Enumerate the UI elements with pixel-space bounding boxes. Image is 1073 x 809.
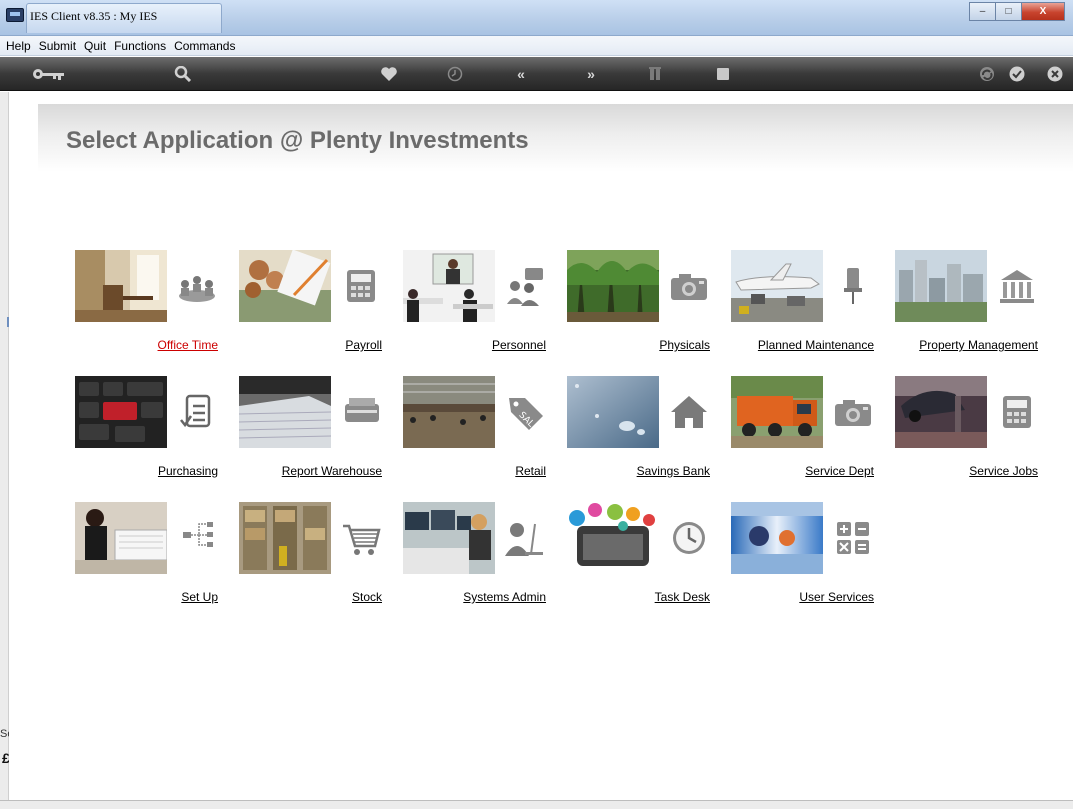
- app-tile-property-management[interactable]: Property Management: [895, 250, 1055, 362]
- app-tile-physicals[interactable]: Physicals: [567, 250, 727, 362]
- home-icon: [671, 396, 707, 428]
- app-tile-savings-bank[interactable]: Savings Bank: [567, 376, 727, 488]
- fast-forward-icon[interactable]: »: [582, 66, 600, 82]
- minimize-button[interactable]: –: [969, 2, 996, 21]
- menu-submit[interactable]: Submit: [36, 39, 81, 53]
- app-tile-user-services[interactable]: User Services: [731, 502, 891, 614]
- app-label-planned-maintenance[interactable]: Planned Maintenance: [758, 338, 874, 352]
- app-label-physicals[interactable]: Physicals: [659, 338, 710, 352]
- menu-bar: Help Submit Quit Functions Commands: [0, 36, 1073, 56]
- app-label-retail[interactable]: Retail: [515, 464, 546, 478]
- cart-icon: [343, 524, 381, 555]
- app-icon: [6, 8, 24, 22]
- toolbar: ? « »: [0, 57, 1073, 139]
- app-label-payroll[interactable]: Payroll: [345, 338, 382, 352]
- app-label-stock[interactable]: Stock: [352, 590, 382, 604]
- app-tile-report-warehouse[interactable]: Report Warehouse: [239, 376, 399, 488]
- stock-photo: [239, 502, 331, 574]
- maximize-button[interactable]: □: [995, 2, 1022, 21]
- retail-photo: [403, 376, 495, 448]
- clock-icon: [673, 522, 705, 554]
- app-tile-set-up[interactable]: Set Up: [75, 502, 235, 614]
- menu-commands[interactable]: Commands: [171, 39, 240, 53]
- task-desk-photo: [567, 502, 659, 574]
- menu-functions[interactable]: Functions: [111, 39, 171, 53]
- people-icon: [507, 268, 543, 306]
- personnel-photo: [403, 250, 495, 322]
- building-icon: [1000, 270, 1034, 303]
- camera-icon: [835, 400, 871, 426]
- app-tile-purchasing[interactable]: Purchasing: [75, 376, 235, 488]
- app-tile-planned-maintenance[interactable]: Planned Maintenance: [731, 250, 891, 362]
- app-tile-task-desk[interactable]: Task Desk: [567, 502, 727, 614]
- camera-icon: [671, 274, 707, 300]
- rewind-icon[interactable]: «: [512, 66, 530, 82]
- app-label-property-management[interactable]: Property Management: [919, 338, 1038, 352]
- app-label-task-desk[interactable]: Task Desk: [655, 590, 710, 604]
- left-window-edge: [0, 92, 9, 809]
- systems-admin-photo: [403, 502, 495, 574]
- menu-help[interactable]: Help: [3, 39, 36, 53]
- office-time-photo: [75, 250, 167, 322]
- menu-quit[interactable]: Quit: [81, 39, 111, 53]
- app-label-office-time[interactable]: Office Time: [158, 338, 218, 352]
- window-title: IES Client v8.35 : My IES: [30, 9, 158, 23]
- set-up-photo: [75, 502, 167, 574]
- app-tile-systems-admin[interactable]: Systems Admin: [403, 502, 563, 614]
- page-title: Select Application @ Plenty Investments: [66, 127, 529, 154]
- recycle-icon[interactable]: [978, 66, 996, 82]
- app-label-user-services[interactable]: User Services: [799, 590, 874, 604]
- property-management-photo: [895, 250, 987, 322]
- sale-tag-icon: SALE: [509, 398, 543, 432]
- app-label-report-warehouse[interactable]: Report Warehouse: [282, 464, 382, 478]
- service-jobs-photo: [895, 376, 987, 448]
- meeting-icon: [179, 276, 215, 302]
- planned-maintenance-photo: [731, 250, 823, 322]
- savings-bank-photo: [567, 376, 659, 448]
- physicals-photo: [567, 250, 659, 322]
- app-tile-service-jobs[interactable]: Service Jobs: [895, 376, 1055, 488]
- app-label-purchasing[interactable]: Purchasing: [158, 464, 218, 478]
- app-label-systems-admin[interactable]: Systems Admin: [463, 590, 546, 604]
- report-warehouse-photo: [239, 376, 331, 448]
- stop-icon[interactable]: [714, 66, 732, 82]
- printer-icon: [345, 398, 379, 422]
- app-tile-stock[interactable]: Stock: [239, 502, 399, 614]
- app-tile-service-dept[interactable]: Service Dept: [731, 376, 891, 488]
- hierarchy-icon: [183, 522, 213, 547]
- app-label-personnel[interactable]: Personnel: [492, 338, 546, 352]
- admin-user-icon: [505, 523, 543, 556]
- purchasing-photo: [75, 376, 167, 448]
- payroll-photo: [239, 250, 331, 322]
- pin-icon: [844, 268, 862, 304]
- heart-icon[interactable]: [380, 66, 398, 82]
- app-tile-retail[interactable]: SALE Retail: [403, 376, 563, 488]
- app-tile-office-time[interactable]: Office Time: [75, 250, 235, 362]
- clock-icon[interactable]: [446, 66, 464, 82]
- window-controls: – □ X: [969, 2, 1065, 21]
- close-icon[interactable]: [1044, 66, 1066, 82]
- search-icon[interactable]: [174, 66, 192, 82]
- check-icon[interactable]: [1006, 66, 1028, 82]
- columns-icon[interactable]: [648, 66, 666, 82]
- calculator-icon: [837, 522, 869, 554]
- close-window-button[interactable]: X: [1021, 2, 1065, 21]
- service-dept-photo: [731, 376, 823, 448]
- app-label-savings-bank[interactable]: Savings Bank: [637, 464, 710, 478]
- key-icon[interactable]: [32, 66, 68, 82]
- bottom-window-edge: [0, 800, 1073, 809]
- user-services-photo: [731, 502, 823, 574]
- app-label-service-dept[interactable]: Service Dept: [805, 464, 874, 478]
- app-label-service-jobs[interactable]: Service Jobs: [969, 464, 1038, 478]
- app-tile-personnel[interactable]: Personnel: [403, 250, 563, 362]
- app-label-set-up[interactable]: Set Up: [181, 590, 218, 604]
- cash-register-icon: [1003, 396, 1031, 428]
- app-tile-payroll[interactable]: Payroll: [239, 250, 399, 362]
- title-bar: IES Client v8.35 : My IES – □ X: [0, 0, 1073, 36]
- cash-register-icon: [347, 270, 375, 302]
- checklist-icon: [180, 394, 211, 428]
